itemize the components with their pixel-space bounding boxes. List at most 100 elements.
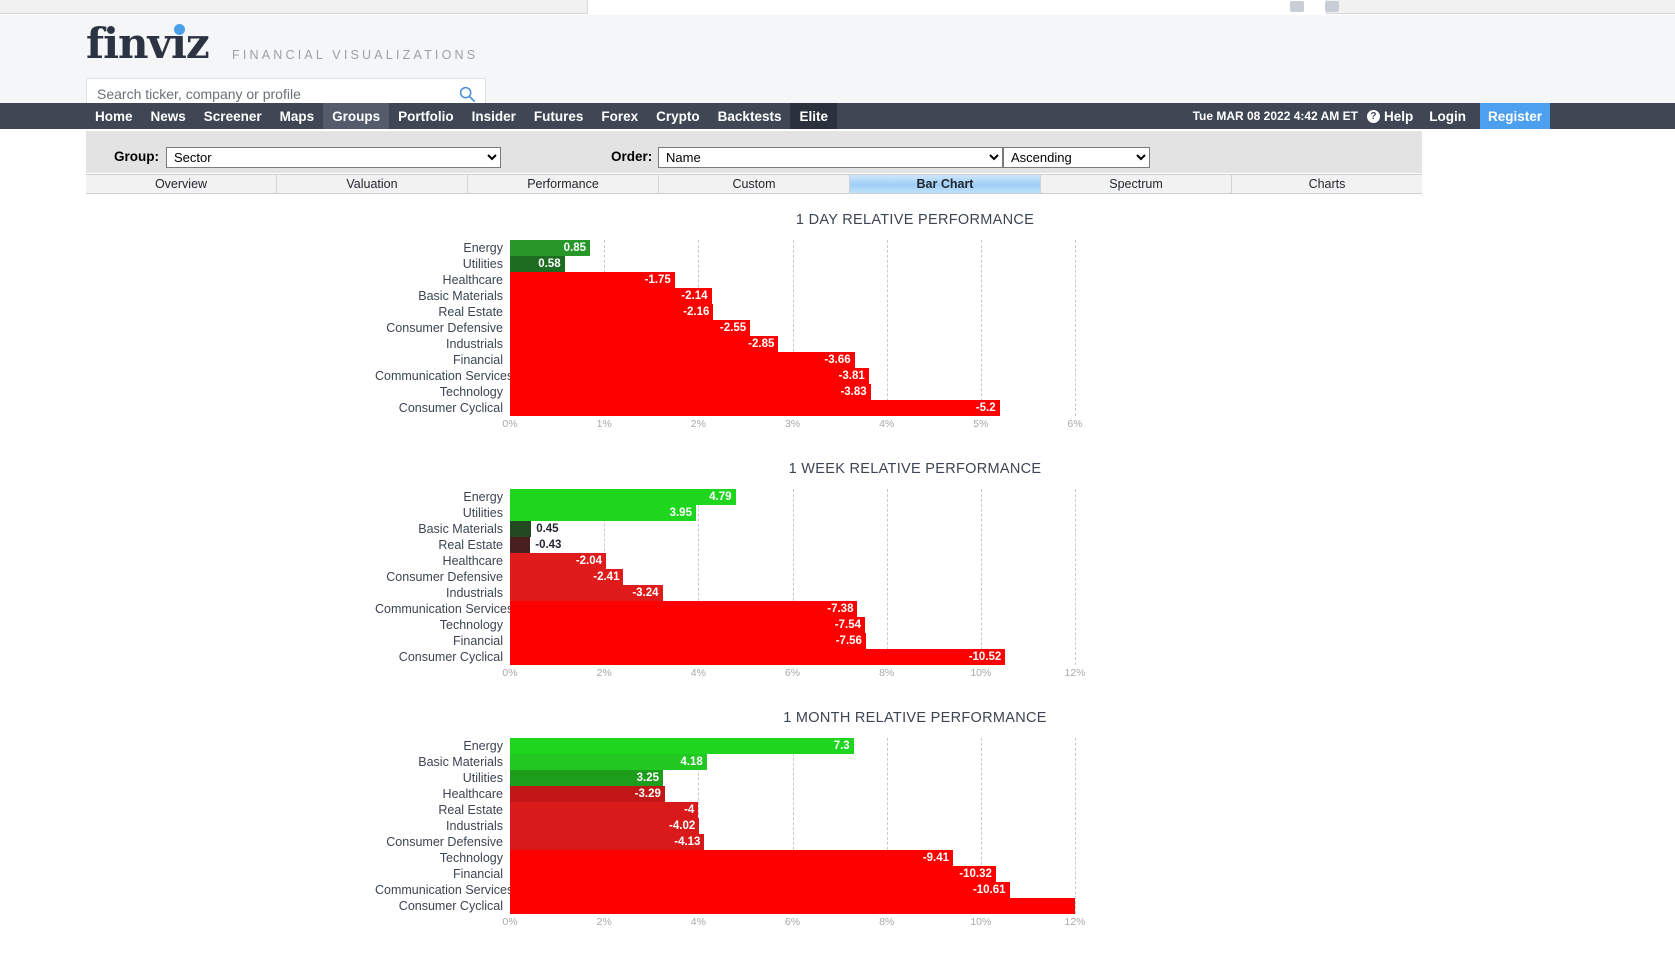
bar-row[interactable]: Consumer Cyclical -10.52 — [375, 649, 1075, 665]
bar-row[interactable]: Industrials -4.02 — [375, 818, 1075, 834]
chart-title: 1 MONTH RELATIVE PERFORMANCE — [783, 710, 1047, 726]
bar-row[interactable]: Communication Services -10.61 — [375, 882, 1075, 898]
bar-track: -4.02 — [510, 818, 1075, 834]
bar[interactable]: -2.14 — [510, 288, 712, 304]
bar-row[interactable]: Real Estate -0.43 — [375, 537, 1075, 553]
bar[interactable]: -10.32 — [510, 866, 996, 882]
tab-valuation[interactable]: Valuation — [277, 175, 468, 193]
bar-row[interactable]: Utilities 3.95 — [375, 505, 1075, 521]
finviz-logo[interactable]: finviz — [86, 23, 210, 65]
bar[interactable]: -3.81 — [510, 368, 869, 384]
bar[interactable]: -9.41 — [510, 850, 954, 866]
nav-item-screener[interactable]: Screener — [195, 103, 271, 129]
bar-row[interactable]: Healthcare -2.04 — [375, 553, 1075, 569]
bar[interactable]: -4.02 — [510, 818, 700, 834]
nav-item-backtests[interactable]: Backtests — [709, 103, 791, 129]
bar-row[interactable]: Consumer Defensive -4.13 — [375, 834, 1075, 850]
bar[interactable]: 0.45 — [510, 521, 559, 537]
bar-row[interactable]: Communication Services -7.38 — [375, 601, 1075, 617]
bar[interactable]: -2.04 — [510, 553, 607, 569]
bar[interactable] — [510, 898, 1075, 914]
bar-row[interactable]: Energy 4.79 — [375, 489, 1075, 505]
bar-row[interactable]: Financial -7.56 — [375, 633, 1075, 649]
bar-row[interactable]: Industrials -2.85 — [375, 336, 1075, 352]
bar[interactable]: 7.3 — [510, 738, 854, 754]
nav-item-news[interactable]: News — [142, 103, 195, 129]
bar[interactable]: -7.38 — [510, 601, 858, 617]
register-button[interactable]: Register — [1479, 103, 1550, 129]
bar-row[interactable]: Utilities 0.58 — [375, 256, 1075, 272]
nav-item-maps[interactable]: Maps — [271, 103, 324, 129]
bar-row[interactable]: Consumer Cyclical — [375, 898, 1075, 914]
bar[interactable]: -2.41 — [510, 569, 624, 585]
bar-row[interactable]: Industrials -3.24 — [375, 585, 1075, 601]
bar[interactable]: 3.25 — [510, 770, 664, 786]
bar-row[interactable]: Basic Materials 0.45 — [375, 521, 1075, 537]
bar-row[interactable]: Utilities 3.25 — [375, 770, 1075, 786]
bar[interactable]: -4 — [510, 802, 699, 818]
bar[interactable]: -10.61 — [510, 882, 1010, 898]
bar[interactable]: 0.58 — [510, 256, 565, 272]
tab-bar-chart[interactable]: Bar Chart — [850, 175, 1041, 193]
bar[interactable]: -10.52 — [510, 649, 1006, 665]
group-select[interactable]: Sector — [166, 147, 501, 168]
bar-row[interactable]: Consumer Defensive -2.41 — [375, 569, 1075, 585]
tab-spectrum[interactable]: Spectrum — [1041, 175, 1232, 193]
nav-item-home[interactable]: Home — [86, 103, 142, 129]
sort-direction-select[interactable]: Ascending — [1003, 147, 1150, 168]
bar-row[interactable]: Energy 7.3 — [375, 738, 1075, 754]
nav-item-groups[interactable]: Groups — [323, 103, 390, 129]
x-axis-tick: 2% — [690, 418, 706, 430]
bar[interactable]: -3.24 — [510, 585, 663, 601]
nav-item-crypto[interactable]: Crypto — [647, 103, 709, 129]
bar-row[interactable]: Energy 0.85 — [375, 240, 1075, 256]
bar-track: -7.38 — [510, 601, 1075, 617]
nav-item-insider[interactable]: Insider — [463, 103, 525, 129]
bar[interactable]: 4.18 — [510, 754, 707, 770]
login-link[interactable]: Login — [1421, 103, 1474, 129]
bar-row[interactable]: Financial -3.66 — [375, 352, 1075, 368]
bar[interactable]: -5.2 — [510, 400, 1000, 416]
tab-custom[interactable]: Custom — [659, 175, 850, 193]
order-select[interactable]: Name — [658, 147, 1003, 168]
bar-track — [510, 898, 1075, 914]
bar-row[interactable]: Consumer Defensive -2.55 — [375, 320, 1075, 336]
bar-row[interactable]: Real Estate -2.16 — [375, 304, 1075, 320]
bar[interactable]: -7.56 — [510, 633, 866, 649]
nav-item-futures[interactable]: Futures — [525, 103, 593, 129]
bar[interactable]: 0.85 — [510, 240, 591, 256]
bar[interactable]: -0.43 — [510, 537, 561, 553]
bar-row[interactable]: Healthcare -3.29 — [375, 786, 1075, 802]
nav-item-elite[interactable]: Elite — [790, 103, 837, 129]
nav-item-portfolio[interactable]: Portfolio — [389, 103, 463, 129]
bar-row[interactable]: Basic Materials 4.18 — [375, 754, 1075, 770]
bar[interactable]: -3.83 — [510, 384, 871, 400]
bar-row[interactable]: Real Estate -4 — [375, 802, 1075, 818]
bar-row[interactable]: Technology -3.83 — [375, 384, 1075, 400]
bar-row[interactable]: Financial -10.32 — [375, 866, 1075, 882]
bar-row[interactable]: Technology -7.54 — [375, 617, 1075, 633]
tab-performance[interactable]: Performance — [468, 175, 659, 193]
search-icon[interactable] — [458, 85, 476, 103]
tab-overview[interactable]: Overview — [86, 175, 277, 193]
question-mark-icon[interactable]: ? — [1366, 109, 1380, 123]
bar-row[interactable]: Basic Materials -2.14 — [375, 288, 1075, 304]
bar-row[interactable]: Communication Services -3.81 — [375, 368, 1075, 384]
bar[interactable]: 4.79 — [510, 489, 736, 505]
bar[interactable]: 3.95 — [510, 505, 696, 521]
bar[interactable]: -1.75 — [510, 272, 675, 288]
help-link[interactable]: Help — [1384, 103, 1421, 129]
tab-charts[interactable]: Charts — [1232, 175, 1422, 193]
bar[interactable]: -7.54 — [510, 617, 865, 633]
bar[interactable]: -3.29 — [510, 786, 665, 802]
bar-row[interactable]: Healthcare -1.75 — [375, 272, 1075, 288]
x-axis-tick: 0% — [502, 418, 518, 430]
bar[interactable]: -4.13 — [510, 834, 705, 850]
bar[interactable]: -3.66 — [510, 352, 855, 368]
bar[interactable]: -2.85 — [510, 336, 779, 352]
bar[interactable]: -2.16 — [510, 304, 714, 320]
nav-item-forex[interactable]: Forex — [592, 103, 647, 129]
bar-row[interactable]: Consumer Cyclical -5.2 — [375, 400, 1075, 416]
bar-row[interactable]: Technology -9.41 — [375, 850, 1075, 866]
bar[interactable]: -2.55 — [510, 320, 751, 336]
